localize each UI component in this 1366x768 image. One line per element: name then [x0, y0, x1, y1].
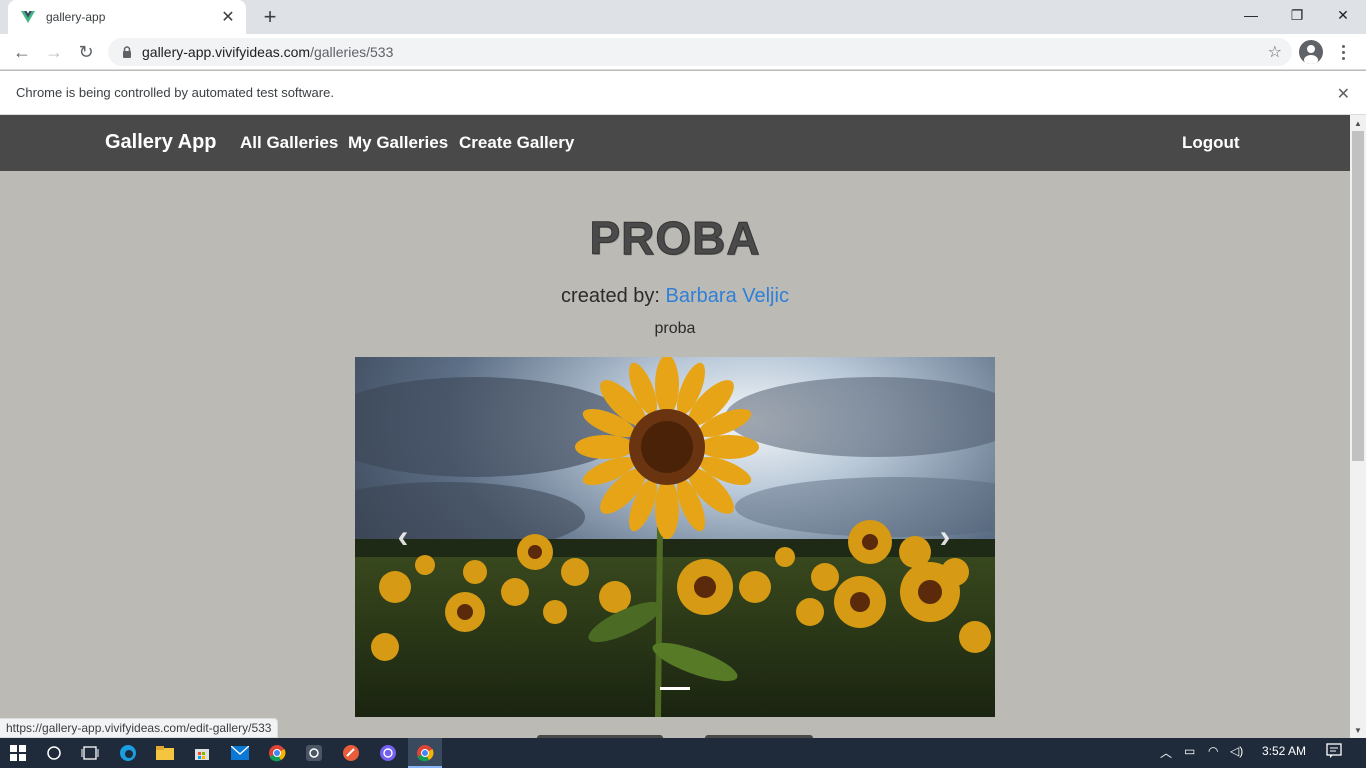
app-navbar: Gallery App All Galleries My Galleries C…: [0, 115, 1350, 171]
viber-icon[interactable]: [376, 741, 400, 765]
status-bar: https://gallery-app.vivifyideas.com/edit…: [0, 718, 279, 738]
scroll-thumb[interactable]: [1352, 131, 1364, 461]
page-scrollbar[interactable]: ▲ ▼: [1350, 115, 1366, 738]
back-icon[interactable]: ←: [8, 38, 36, 66]
tab-strip: gallery-app ✕ + — ❐ ✕: [0, 0, 1366, 34]
chrome-active-icon[interactable]: [413, 741, 437, 765]
carousel-prev-icon[interactable]: ‹: [388, 518, 418, 554]
url-host: gallery-app.vivifyideas.com: [142, 44, 311, 60]
window-close-icon[interactable]: ✕: [1320, 0, 1366, 30]
settings-gear-icon[interactable]: [302, 741, 326, 765]
reload-icon[interactable]: ↻: [72, 38, 100, 66]
nav-all-galleries[interactable]: All Galleries: [240, 133, 338, 153]
infobar-close-icon[interactable]: ✕: [1337, 84, 1350, 104]
infobar-text: Chrome is being controlled by automated …: [16, 85, 334, 100]
scroll-down-icon[interactable]: ▼: [1350, 722, 1366, 738]
logout-link[interactable]: Logout: [1182, 133, 1240, 153]
gallery-title: PROBA: [589, 212, 761, 265]
windows-start-icon[interactable]: [6, 741, 30, 765]
page-content: Gallery App All Galleries My Galleries C…: [0, 115, 1350, 738]
carousel-next-icon[interactable]: ›: [930, 518, 960, 554]
vue-logo-icon: [20, 9, 36, 25]
sunflower-image: [355, 357, 995, 717]
restore-icon[interactable]: ❐: [1274, 0, 1320, 30]
battery-icon[interactable]: ▭: [1184, 744, 1195, 758]
notifications-icon[interactable]: [1326, 743, 1342, 762]
scroll-up-icon[interactable]: ▲: [1350, 115, 1366, 131]
address-bar[interactable]: gallery-app.vivifyideas.com/galleries/53…: [108, 38, 1292, 66]
created-by: created by: Barbara Veljic: [0, 285, 1350, 308]
nav-create-gallery[interactable]: Create Gallery: [459, 133, 574, 153]
task-view-icon[interactable]: [78, 741, 102, 765]
author-link[interactable]: Barbara Veljic: [666, 285, 789, 307]
forward-icon[interactable]: →: [40, 38, 68, 66]
edge-icon[interactable]: [116, 741, 140, 765]
gallery-description: proba: [654, 320, 696, 337]
brand-link[interactable]: Gallery App: [105, 131, 217, 154]
minimize-icon[interactable]: —: [1228, 0, 1274, 30]
chrome-icon[interactable]: [265, 741, 289, 765]
created-by-label: created by:: [561, 285, 666, 307]
tab-close-icon[interactable]: ✕: [218, 7, 238, 27]
browser-toolbar: ← → ↻ gallery-app.vivifyideas.com/galler…: [0, 34, 1366, 70]
lock-icon: [120, 45, 134, 59]
new-tab-icon[interactable]: +: [258, 4, 282, 29]
nav-my-galleries[interactable]: My Galleries: [348, 133, 448, 153]
image-carousel: ‹ ›: [355, 357, 995, 717]
search-icon[interactable]: [42, 741, 66, 765]
carousel-indicator[interactable]: [660, 687, 690, 690]
tab-title: gallery-app: [46, 10, 106, 24]
profile-avatar-icon[interactable]: [1299, 40, 1323, 64]
file-explorer-icon[interactable]: [153, 741, 177, 765]
tray-chevron-icon[interactable]: ︿: [1160, 744, 1172, 761]
browser-menu-icon[interactable]: [1336, 40, 1350, 64]
store-icon[interactable]: [190, 741, 214, 765]
browser-tab[interactable]: gallery-app ✕: [8, 0, 246, 34]
volume-icon[interactable]: ◁): [1230, 744, 1243, 758]
taskbar-clock[interactable]: 3:52 AM: [1262, 744, 1306, 758]
mail-icon[interactable]: [228, 741, 252, 765]
wifi-icon[interactable]: ◠: [1208, 744, 1218, 758]
url-path: /galleries/533: [310, 44, 394, 60]
url-text: gallery-app.vivifyideas.com/galleries/53…: [142, 44, 393, 60]
bookmark-star-icon[interactable]: ☆: [1268, 42, 1282, 62]
app-icon[interactable]: [339, 741, 363, 765]
automation-infobar: Chrome is being controlled by automated …: [0, 71, 1366, 115]
windows-taskbar: ︿ ▭ ◠ ◁) 3:52 AM: [0, 738, 1366, 768]
